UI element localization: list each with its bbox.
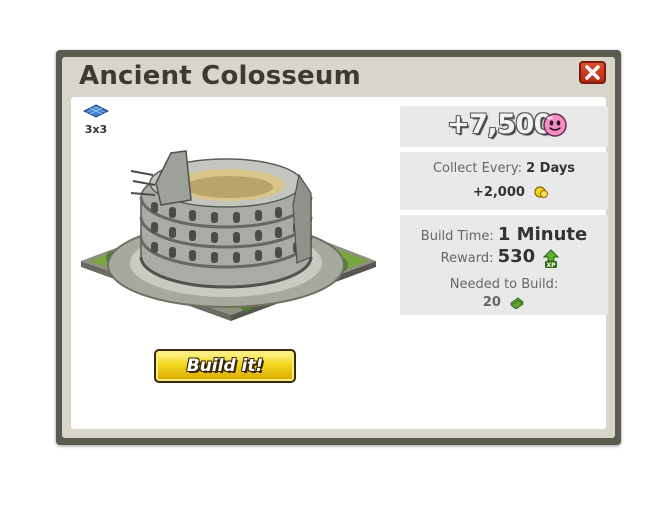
svg-text:XP: XP bbox=[547, 262, 557, 269]
dialog-body: Ancient Colosseum 3x3 Build it! +7,500 C… bbox=[62, 57, 615, 438]
size-badge: 3x3 bbox=[81, 103, 111, 136]
needed-label: Needed to Build: bbox=[449, 277, 559, 292]
collect-amount-row: +2,000 bbox=[400, 185, 608, 200]
build-it-label: Build it! bbox=[186, 356, 264, 376]
needed-row: Needed to Build: bbox=[400, 277, 608, 292]
content-panel: 3x3 Build it! +7,500 Collect Every: 2 Da… bbox=[71, 97, 608, 429]
collect-label: Collect Every: bbox=[432, 161, 522, 176]
reward-row: Reward: 530 XP bbox=[400, 246, 608, 269]
reward-value: 530 bbox=[497, 246, 536, 267]
needed-value: 20 bbox=[482, 295, 501, 310]
collect-panel: Collect Every: 2 Days +2,000 bbox=[400, 152, 608, 210]
build-time-value: 1 Minute bbox=[497, 224, 588, 245]
value-amount: +7,500 bbox=[447, 109, 553, 140]
pink-blob-icon bbox=[543, 113, 567, 137]
build-time-row: Build Time: 1 Minute bbox=[400, 224, 608, 245]
close-x-icon bbox=[585, 65, 600, 80]
build-it-button[interactable]: Build it! bbox=[154, 349, 296, 383]
needed-value-row: 20 bbox=[400, 295, 608, 310]
size-label: 3x3 bbox=[84, 123, 108, 136]
dialog-title: Ancient Colosseum bbox=[79, 61, 361, 91]
grid-tile-icon bbox=[82, 104, 110, 118]
collect-amount: +2,000 bbox=[472, 185, 525, 200]
value-panel: +7,500 bbox=[400, 106, 608, 147]
xp-icon: XP bbox=[543, 248, 560, 269]
close-button[interactable] bbox=[579, 61, 606, 84]
coin-icon bbox=[534, 186, 549, 198]
build-time-label: Build Time: bbox=[420, 229, 494, 244]
cash-icon bbox=[510, 296, 524, 309]
colosseum-building-image bbox=[81, 150, 376, 321]
collect-value: 2 Days bbox=[526, 161, 576, 176]
building-dialog: Ancient Colosseum 3x3 Build it! +7,500 C… bbox=[56, 50, 621, 445]
reward-label: Reward: bbox=[440, 251, 494, 266]
build-panel: Build Time: 1 Minute Reward: 530 XP Need… bbox=[400, 215, 608, 315]
collect-row: Collect Every: 2 Days bbox=[400, 161, 608, 176]
